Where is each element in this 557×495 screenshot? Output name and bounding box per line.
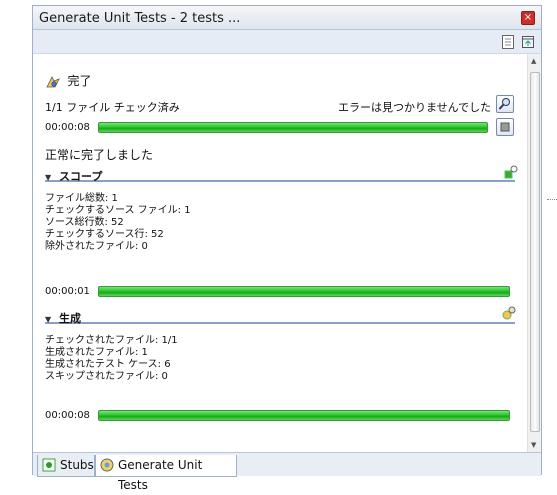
scope-heading: スコープ <box>59 170 103 183</box>
scope-elapsed-time: 00:00:01 <box>45 286 90 297</box>
scope-progress-fill <box>99 287 509 296</box>
status-label: 完了 <box>67 74 92 88</box>
generation-details: チェックされたファイル: 1/1 生成されたファイル: 1 生成されたテスト ケ… <box>45 335 178 383</box>
toolbar <box>33 30 541 54</box>
generation-elapsed-time: 00:00:08 <box>45 410 90 421</box>
completed-icon <box>46 76 60 88</box>
close-icon: × <box>523 12 533 23</box>
vertical-scrollbar[interactable]: ▲ ▼ <box>527 54 541 452</box>
tab-bar: Stubs Generate Unit Tests <box>33 452 541 492</box>
scope-progress-bar <box>98 286 510 297</box>
report-icon[interactable] <box>501 34 515 50</box>
splitter-grip[interactable] <box>547 199 557 202</box>
magnifier-icon <box>498 98 510 110</box>
main-progress-bar <box>98 122 488 133</box>
generation-section-header[interactable]: ▼ 生成 <box>45 310 515 325</box>
no-errors-text: エラーは見つかりませんでした <box>338 101 492 114</box>
scope-line-excluded-files: 除外されたファイル: 0 <box>45 241 148 252</box>
scope-line-total-files: ファイル総数: 1 <box>45 193 118 204</box>
scrollbar-thumb[interactable] <box>530 72 540 432</box>
title-bar: Generate Unit Tests - 2 tests ... × <box>33 6 541 30</box>
tab-generate-unit-tests-label: Generate Unit Tests <box>118 458 203 492</box>
generate-unit-tests-panel: Generate Unit Tests - 2 tests ... × 完了 1… <box>32 5 542 492</box>
window-title: Generate Unit Tests - 2 tests ... <box>39 11 241 26</box>
collapse-triangle-icon: ▼ <box>45 173 52 182</box>
tab-stubs[interactable]: Stubs <box>37 455 95 477</box>
generation-line-test-cases: 生成されたテスト ケース: 6 <box>45 359 171 370</box>
generation-progress-bar <box>98 410 510 421</box>
files-checked-text: 1/1 ファイル チェック済み <box>45 101 180 114</box>
tab-generate-unit-tests[interactable]: Generate Unit Tests <box>95 455 237 492</box>
success-message: 正常に完了しました <box>45 148 154 162</box>
scope-section-header[interactable]: ▼ スコープ <box>45 168 515 183</box>
generation-settings-icon[interactable] <box>501 305 517 321</box>
scroll-up-icon[interactable]: ▲ <box>531 57 536 65</box>
tab-stubs-label: Stubs <box>60 458 94 472</box>
export-icon[interactable] <box>521 34 535 50</box>
main-elapsed-time: 00:00:08 <box>45 122 90 133</box>
generation-line-skipped-files: スキップされたファイル: 0 <box>45 371 168 382</box>
collapse-triangle-icon: ▼ <box>45 315 52 324</box>
scope-line-checked-lines: チェックするソース行: 52 <box>45 229 164 240</box>
scope-line-source-files: チェックするソース ファイル: 1 <box>45 205 191 216</box>
generation-heading: 生成 <box>59 312 81 325</box>
main-progress-fill <box>99 123 487 132</box>
scope-line-total-lines: ソース総行数: 52 <box>45 217 124 228</box>
scope-settings-icon[interactable] <box>503 164 519 180</box>
generation-progress-fill <box>99 411 509 420</box>
stop-button[interactable] <box>496 118 514 136</box>
stubs-icon <box>42 458 56 472</box>
generation-line-generated-files: 生成されたファイル: 1 <box>45 347 148 358</box>
close-button[interactable]: × <box>521 11 535 25</box>
generation-line-checked-files: チェックされたファイル: 1/1 <box>45 335 178 346</box>
generate-tests-icon <box>100 458 114 472</box>
status-row: 完了 <box>45 72 92 89</box>
stop-icon <box>500 122 510 132</box>
view-report-button[interactable] <box>496 95 514 113</box>
results-content: 完了 1/1 ファイル チェック済み エラーは見つかりませんでした 00:00:… <box>33 54 527 452</box>
scope-details: ファイル総数: 1 チェックするソース ファイル: 1 ソース総行数: 52 チ… <box>45 193 191 253</box>
scroll-down-icon[interactable]: ▼ <box>531 441 536 449</box>
